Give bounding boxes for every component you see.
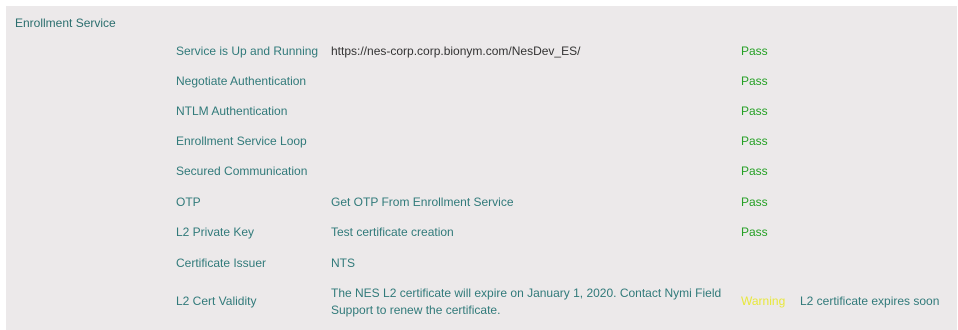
check-detail: The NES L2 certificate will expire on Ja… — [331, 286, 722, 317]
check-name: Service is Up and Running — [176, 44, 319, 58]
check-name: L2 Private Key — [176, 225, 255, 239]
status-pass: Pass — [741, 164, 768, 178]
check-name: L2 Cert Validity — [176, 294, 257, 308]
status-pass: Pass — [741, 74, 768, 88]
check-detail: Get OTP From Enrollment Service — [331, 195, 514, 209]
check-name: Negotiate Authentication — [176, 74, 307, 88]
service-url: https://nes-corp.corp.bionym.com/NesDev_… — [331, 44, 581, 58]
check-name: NTLM Authentication — [176, 104, 288, 118]
status-pass: Pass — [741, 104, 768, 118]
check-detail: Test certificate creation — [331, 225, 454, 239]
check-detail: NTS — [331, 256, 355, 270]
section-title: Enrollment Service — [15, 16, 116, 30]
check-name: Certificate Issuer — [176, 256, 267, 270]
check-name: Enrollment Service Loop — [176, 134, 307, 148]
check-name: Secured Communication — [176, 164, 308, 178]
check-name: OTP — [176, 195, 201, 209]
status-pass: Pass — [741, 134, 768, 148]
status-pass: Pass — [741, 195, 768, 209]
status-warning: Warning — [741, 294, 786, 308]
status-pass: Pass — [741, 44, 768, 58]
enrollment-service-panel: Enrollment Service Service is Up and Run… — [6, 6, 957, 330]
warning-note: L2 certificate expires soon — [800, 294, 940, 308]
status-pass: Pass — [741, 225, 768, 239]
